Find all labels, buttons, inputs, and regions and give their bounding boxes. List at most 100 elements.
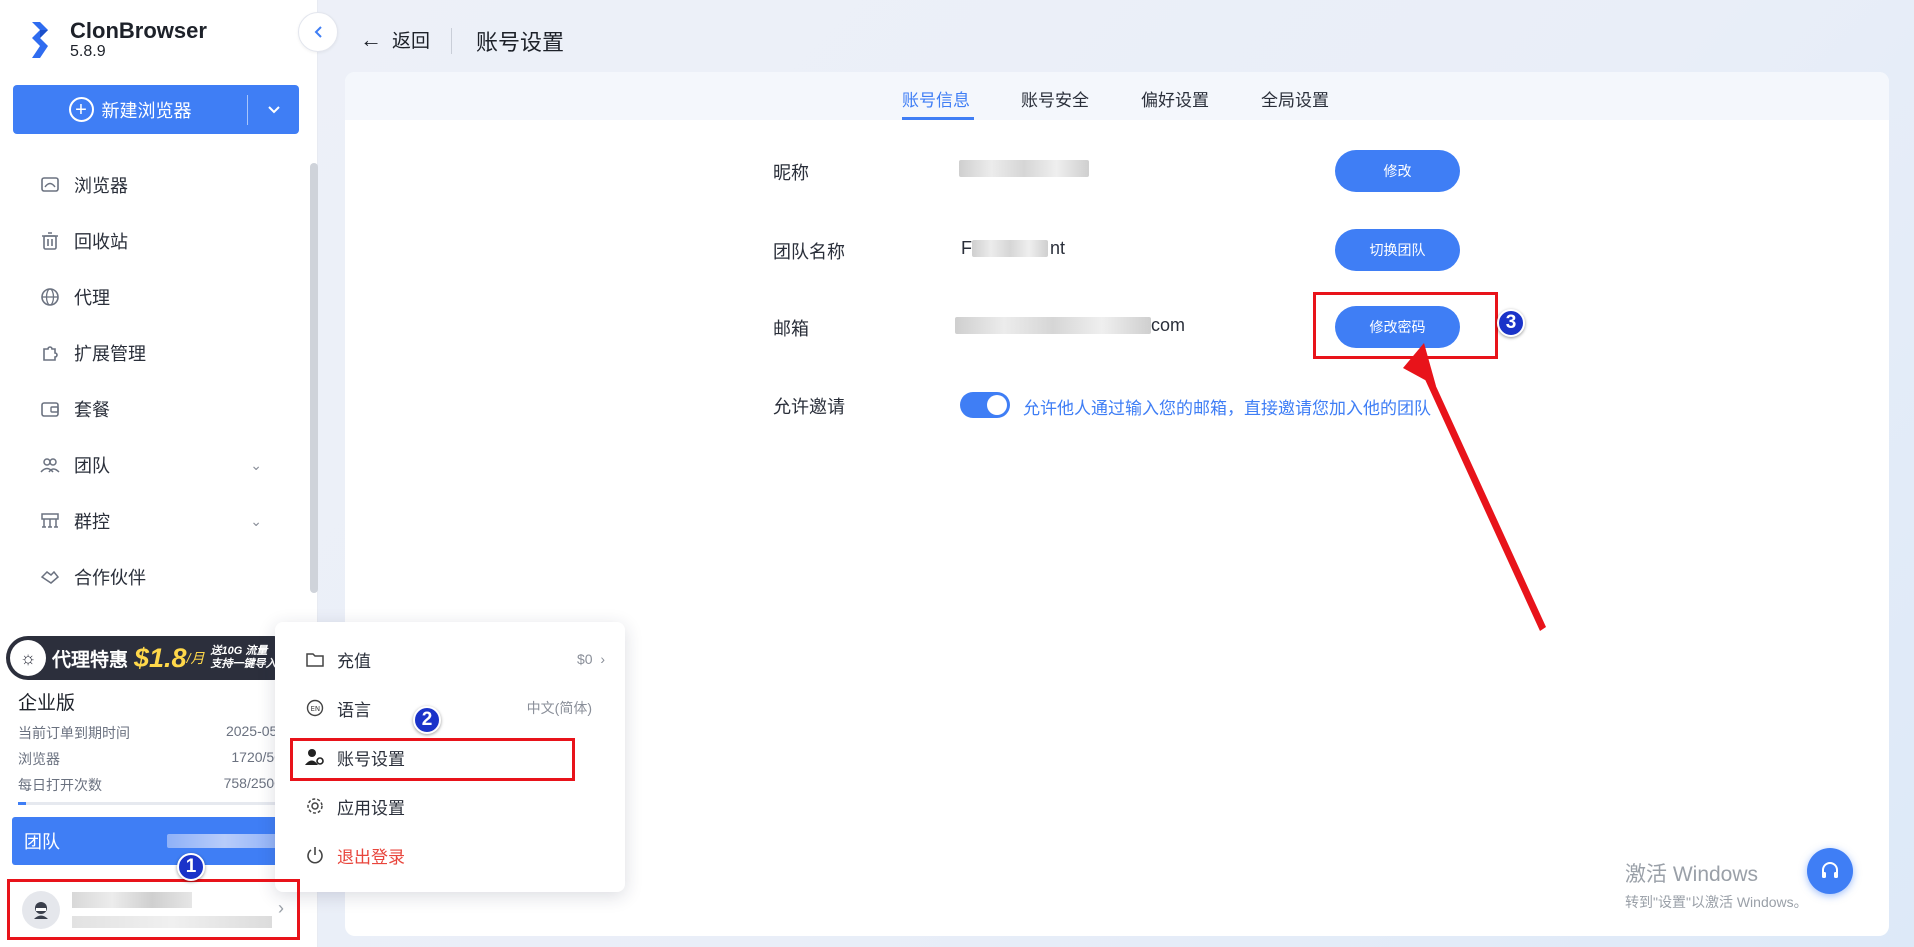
promo-price: $1.8 (134, 642, 187, 673)
chevron-down-icon: ⌄ (250, 456, 262, 473)
step-badge-1: 1 (177, 853, 205, 881)
plan-row: 浏览器 1720/50 (18, 749, 288, 775)
group-control-icon (38, 509, 62, 533)
sidebar-item-label: 扩展管理 (74, 344, 146, 364)
headset-icon (1822, 862, 1838, 878)
tab-account-security[interactable]: 账号安全 (1021, 86, 1089, 111)
new-browser-button[interactable]: + 新建浏览器 (13, 85, 299, 134)
menu-item-label: 应用设置 (337, 798, 405, 818)
team-bar-label: 团队 (24, 832, 60, 852)
svg-text:EN: EN (311, 705, 321, 713)
plan-row-label: 当前订单到期时间 (18, 725, 130, 741)
chevron-left-icon (314, 26, 322, 38)
step-badge-2: 2 (413, 706, 441, 734)
language-value: 中文(简体) (526, 700, 592, 716)
plan-title: 企业版 (18, 693, 76, 714)
plan-row-label: 浏览器 (18, 751, 60, 767)
new-browser-dropdown[interactable] (248, 105, 299, 115)
power-icon (305, 845, 325, 865)
menu-item-logout[interactable]: 退出登录 (305, 840, 605, 870)
brand-name: ClonBrowser (70, 18, 207, 43)
switch-team-button[interactable]: 切换团队 (1335, 229, 1460, 271)
sidebar-item-proxy[interactable]: 代理 (0, 269, 300, 325)
email-domain: com (1151, 315, 1186, 335)
nickname-redacted (959, 160, 1089, 177)
plan-row: 当前订单到期时间 2025-05- (18, 723, 288, 749)
arrow-left-icon: ← (360, 26, 382, 52)
plan-row-label: 每日打开次数 (18, 777, 102, 793)
team-name-redacted (972, 240, 1048, 257)
windows-activation-watermark: 激活 Windows 转到"设置"以激活 Windows。 (1625, 858, 1808, 912)
sidebar-item-extensions[interactable]: 扩展管理 (0, 325, 300, 381)
promo-sub-line1: 送10G 流量 (210, 645, 268, 657)
nickname-label: 昵称 (773, 163, 809, 183)
sidebar-nav: 浏览器 回收站 代理 扩展管理 套餐 团队 ⌄ 群控 ⌄ 合作伙伴 (0, 157, 300, 605)
sidebar-item-browser[interactable]: 浏览器 (0, 157, 300, 213)
team-name-redacted (167, 834, 282, 848)
sidebar-item-label: 合作伙伴 (74, 568, 146, 588)
plan-row: 每日打开次数 758/2500 (18, 775, 288, 801)
team-name-end: nt (1050, 238, 1066, 258)
team-name-start: F (961, 238, 972, 258)
clonbrowser-logo-icon (32, 22, 48, 58)
highlight-box-user-row (7, 879, 300, 940)
browser-icon (38, 173, 62, 197)
team-name-label: 团队名称 (773, 242, 845, 262)
toggle-knob (987, 395, 1007, 415)
allow-invite-label: 允许邀请 (773, 397, 845, 417)
menu-item-label: 充值 (337, 651, 371, 671)
balance-value: $0 › (576, 651, 605, 667)
tab-global-settings[interactable]: 全局设置 (1261, 86, 1329, 111)
email-redacted (955, 317, 1151, 334)
collapse-sidebar-button[interactable] (298, 12, 338, 52)
tab-preferences[interactable]: 偏好设置 (1141, 86, 1209, 111)
promo-unit: /月 (186, 650, 205, 666)
sidebar-item-plan[interactable]: 套餐 (0, 381, 300, 437)
back-button[interactable]: ← 返回 (360, 26, 430, 53)
menu-item-app-settings[interactable]: 应用设置 (305, 791, 605, 821)
support-button[interactable] (1807, 848, 1853, 894)
globe-icon (38, 285, 62, 309)
plan-progress-bar (18, 802, 278, 805)
wallet-icon (38, 397, 62, 421)
sidebar: ClonBrowser 5.8.9 + 新建浏览器 浏览器 回收站 代理 扩展管… (0, 0, 318, 947)
sidebar-item-trash[interactable]: 回收站 (0, 213, 300, 269)
highlight-box-account-settings (290, 738, 575, 781)
team-icon (38, 453, 62, 477)
tab-account-info[interactable]: 账号信息 (902, 86, 970, 111)
plus-circle-icon: + (68, 97, 94, 122)
edit-nickname-button[interactable]: 修改 (1335, 150, 1460, 192)
chevron-down-icon: ⌄ (250, 512, 262, 529)
trash-icon (38, 229, 62, 253)
new-browser-main[interactable]: + 新建浏览器 (13, 85, 247, 134)
tab-bar: 账号信息 账号安全 偏好设置 全局设置 (345, 72, 1889, 120)
sidebar-item-label: 回收站 (74, 232, 128, 252)
promo-sub-line2: 支持一键导入 (210, 658, 277, 670)
active-tab-indicator (902, 117, 974, 120)
sidebar-item-label: 团队 (74, 456, 110, 476)
plan-info: 企业版 当前订单到期时间 2025-05- 浏览器 1720/50 每日打开次数… (18, 688, 288, 801)
page-title: 账号设置 (476, 30, 565, 55)
sidebar-item-team[interactable]: 团队 ⌄ (0, 437, 300, 493)
menu-item-language[interactable]: EN 语言 中文(简体) (305, 693, 605, 723)
chevron-down-icon (267, 105, 280, 113)
proxy-promo-banner[interactable]: ☼ 代理特惠 $1.8 /月 送10G 流量 支持一键导入 (6, 636, 278, 680)
gear-icon (305, 796, 325, 816)
sidebar-item-group-control[interactable]: 群控 ⌄ (0, 493, 300, 549)
team-switcher[interactable]: 团队 (12, 817, 302, 865)
folder-icon (305, 649, 325, 669)
watermark-line2: 转到"设置"以激活 Windows。 (1625, 894, 1808, 910)
sidebar-scrollbar[interactable] (310, 163, 318, 593)
sidebar-item-partners[interactable]: 合作伙伴 (0, 549, 300, 605)
allow-invite-description: 允许他人通过输入您的邮箱，直接邀请您加入他的团队 (1023, 399, 1431, 418)
back-label: 返回 (392, 31, 431, 52)
menu-item-recharge[interactable]: 充值 $0 › (305, 644, 605, 674)
handshake-icon (38, 565, 62, 589)
promo-text: 代理特惠 (52, 649, 129, 671)
sidebar-item-label: 套餐 (74, 400, 110, 420)
watermark-line1: 激活 Windows (1625, 863, 1759, 886)
allow-invite-toggle[interactable] (960, 392, 1010, 418)
brand-version: 5.8.9 (70, 43, 106, 60)
new-browser-label: 新建浏览器 (101, 100, 192, 121)
sidebar-item-label: 代理 (74, 288, 110, 308)
